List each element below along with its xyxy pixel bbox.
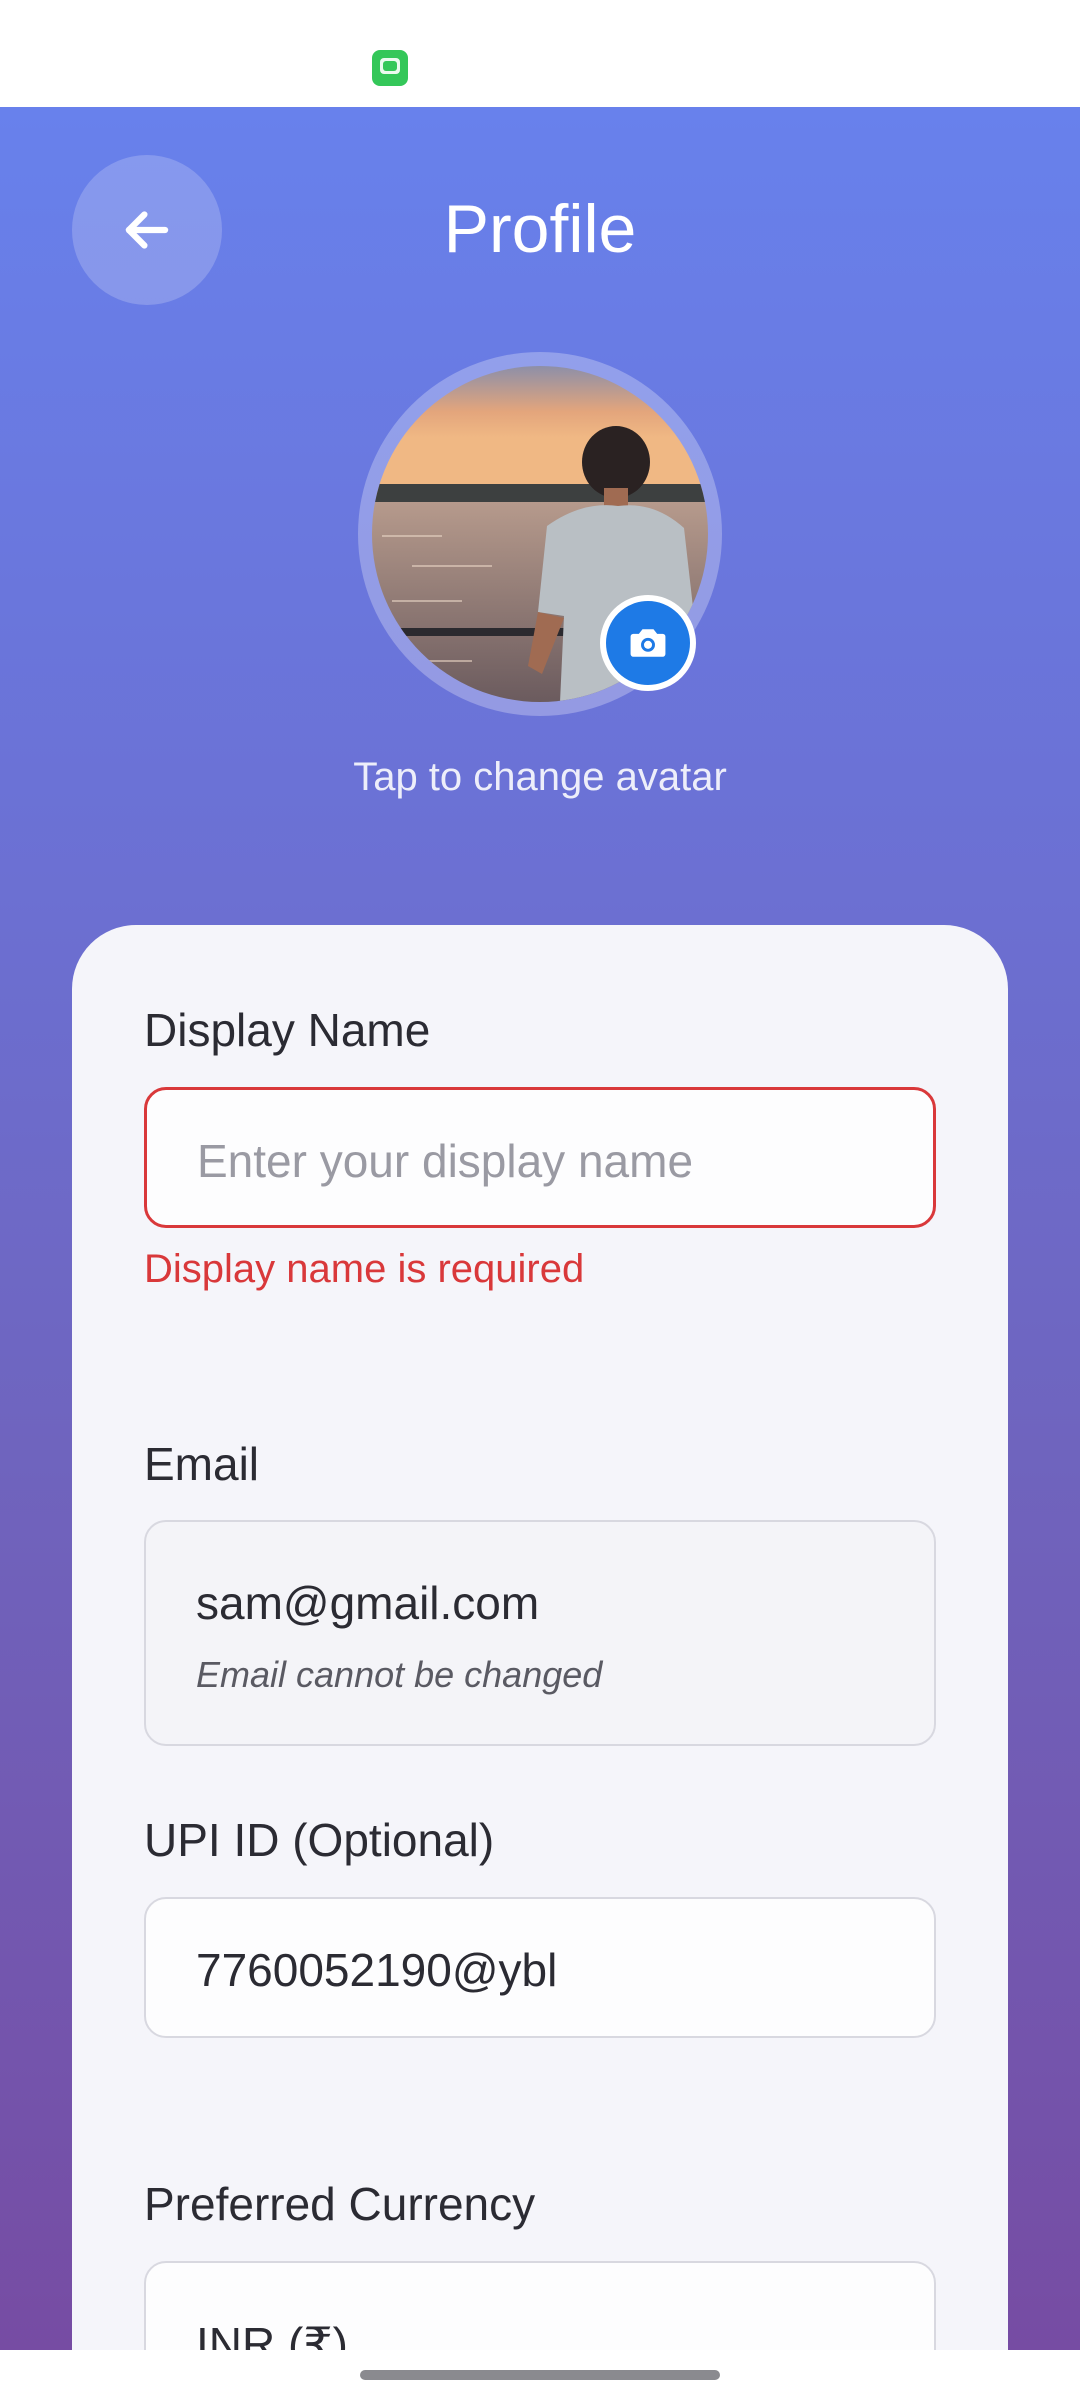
currency-label: Preferred Currency: [144, 2178, 536, 2230]
upi-value: 7760052190@ybl: [196, 1944, 558, 1996]
email-field: sam@gmail.com Email cannot be changed: [144, 1520, 936, 1746]
display-name-placeholder: Enter your display name: [197, 1135, 694, 1187]
page-title: Profile: [443, 191, 637, 267]
display-name-error: Display name is required: [144, 1247, 585, 1291]
messages-app-icon: [372, 50, 408, 86]
change-avatar-button[interactable]: [600, 595, 696, 691]
avatar-hint: Tap to change avatar: [353, 755, 727, 799]
upi-label: UPI ID (Optional): [144, 1814, 495, 1866]
home-indicator[interactable]: [360, 2370, 720, 2380]
status-bar: [0, 0, 1080, 107]
display-name-label: Display Name: [144, 1004, 431, 1056]
upi-input[interactable]: 7760052190@ybl: [144, 1897, 936, 2038]
email-note: Email cannot be changed: [196, 1654, 603, 1695]
display-name-input[interactable]: Enter your display name: [144, 1087, 936, 1228]
email-label: Email: [144, 1438, 260, 1490]
email-value: sam@gmail.com: [196, 1577, 540, 1629]
camera-icon: [630, 629, 666, 657]
